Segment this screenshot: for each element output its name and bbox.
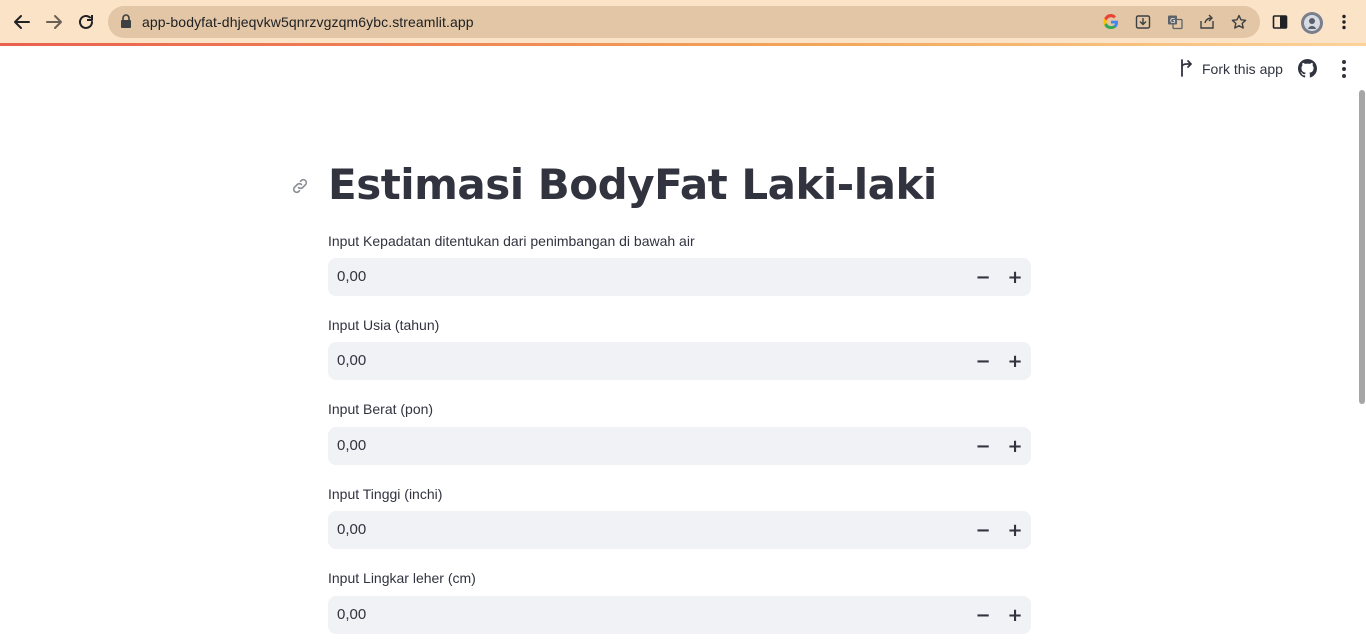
field-label-weight: Input Berat (pon) [328, 401, 434, 417]
field-label-height: Input Tinggi (inchi) [328, 486, 443, 502]
neck-decrement-button[interactable]: − [968, 600, 998, 630]
neck-number-input[interactable]: − + [328, 596, 1031, 634]
side-panel-icon[interactable] [1270, 12, 1290, 32]
height-input-value[interactable] [337, 521, 937, 538]
svg-text:G: G [1170, 17, 1175, 25]
age-input-value[interactable] [337, 352, 937, 369]
install-icon[interactable] [1134, 13, 1152, 31]
age-decrement-button[interactable]: − [968, 346, 998, 376]
weight-number-input[interactable]: − + [328, 427, 1031, 465]
fork-app-button[interactable]: Fork this app [1178, 58, 1283, 80]
bookmark-star-icon[interactable] [1230, 13, 1248, 31]
forward-icon[interactable] [40, 8, 68, 36]
google-icon[interactable] [1102, 13, 1120, 31]
height-number-input[interactable]: − + [328, 511, 1031, 549]
github-icon[interactable] [1298, 59, 1317, 83]
field-label-age: Input Usia (tahun) [328, 317, 440, 333]
kebab-menu-icon[interactable] [1334, 12, 1354, 32]
density-number-input[interactable]: − + [328, 258, 1031, 296]
main-menu-icon[interactable] [1336, 59, 1352, 79]
address-bar[interactable]: app-bodyfat-dhjeqvkw5qnrzvgzqm6ybc.strea… [108, 6, 1260, 38]
fork-label: Fork this app [1202, 61, 1283, 77]
url-text[interactable]: app-bodyfat-dhjeqvkw5qnrzvgzqm6ybc.strea… [142, 14, 474, 30]
profile-avatar[interactable] [1300, 11, 1324, 35]
browser-toolbar: app-bodyfat-dhjeqvkw5qnrzvgzqm6ybc.strea… [0, 0, 1366, 44]
density-input-value[interactable] [337, 268, 937, 285]
age-increment-button[interactable]: + [1000, 346, 1030, 376]
age-number-input[interactable]: − + [328, 342, 1031, 380]
field-label-neck: Input Lingkar leher (cm) [328, 570, 476, 586]
density-increment-button[interactable]: + [1000, 262, 1030, 292]
page-scrollbar[interactable] [1359, 90, 1365, 404]
lock-icon[interactable] [120, 14, 132, 33]
weight-input-value[interactable] [337, 437, 937, 454]
neck-input-value[interactable] [337, 606, 937, 623]
translate-icon[interactable]: G [1166, 13, 1184, 31]
reload-icon[interactable] [72, 8, 100, 36]
back-icon[interactable] [8, 8, 36, 36]
height-increment-button[interactable]: + [1000, 515, 1030, 545]
loading-accent-bar [0, 43, 1366, 46]
fork-icon [1178, 58, 1194, 80]
page-title: Estimasi BodyFat Laki-laki [328, 160, 937, 209]
share-icon[interactable] [1198, 13, 1216, 31]
neck-increment-button[interactable]: + [1000, 600, 1030, 630]
field-label-density: Input Kepadatan ditentukan dari penimban… [328, 233, 695, 249]
weight-decrement-button[interactable]: − [968, 431, 998, 461]
weight-increment-button[interactable]: + [1000, 431, 1030, 461]
height-decrement-button[interactable]: − [968, 515, 998, 545]
density-decrement-button[interactable]: − [968, 262, 998, 292]
link-icon[interactable] [290, 176, 310, 201]
